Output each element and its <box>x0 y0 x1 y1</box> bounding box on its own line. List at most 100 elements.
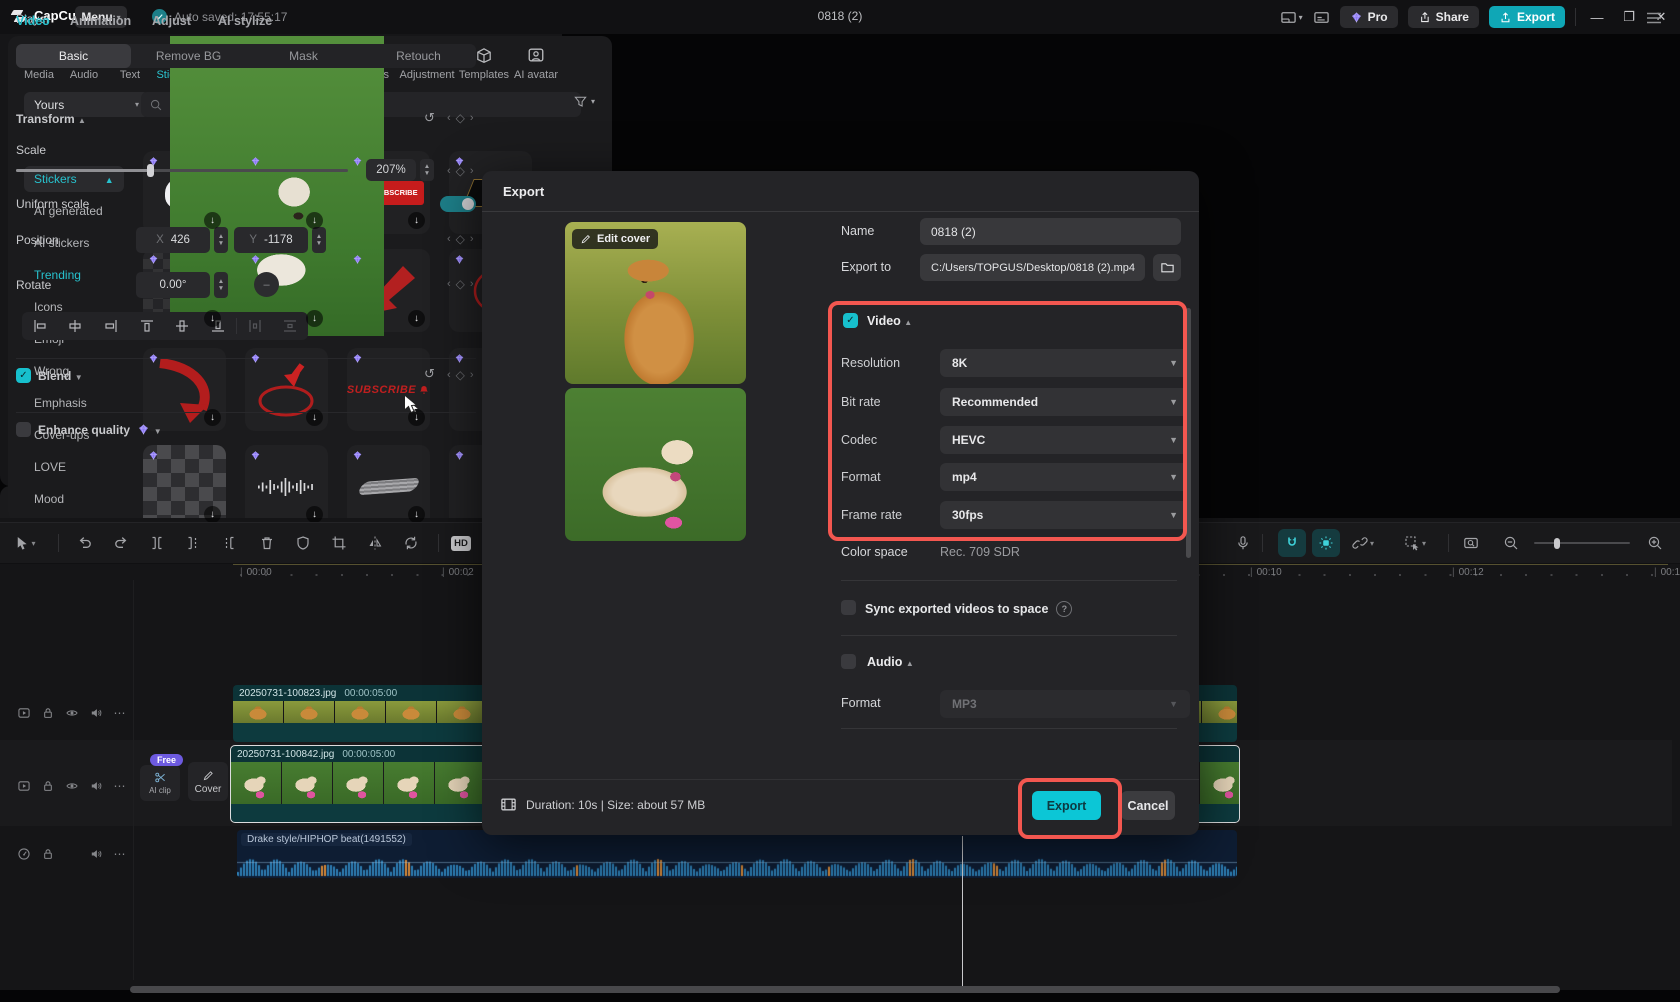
split-button[interactable] <box>142 529 172 557</box>
download-icon[interactable]: ↓ <box>408 212 425 229</box>
maximize-button[interactable]: ❐ <box>1618 9 1640 25</box>
layout-toggle-icon[interactable]: ▾ <box>1280 9 1303 26</box>
timeline-zoom-slider[interactable] <box>1534 536 1630 550</box>
audio-section-label[interactable]: Audio ▲ <box>867 655 914 669</box>
sidebar-item-love[interactable]: LOVE <box>34 460 66 474</box>
mute-icon[interactable] <box>88 705 104 721</box>
brush-stroke-sticker[interactable]: ↓ <box>347 445 430 522</box>
more-options-icon[interactable]: ⋯ <box>112 705 128 721</box>
divider <box>841 635 1177 636</box>
ruler-label: |00:00 <box>240 567 272 578</box>
help-icon[interactable]: ? <box>1056 601 1072 617</box>
download-icon[interactable]: ↓ <box>204 506 221 522</box>
crop-button[interactable] <box>324 529 354 557</box>
media-tab-ai-avatar[interactable]: AI avatar <box>508 44 564 81</box>
capcut-window: CapCut Menu ▾ Auto saved: 17:55:17 0818 … <box>0 0 1680 1002</box>
magnetic-snap-button[interactable] <box>1278 529 1306 557</box>
checkerboard-placeholder-2-sticker[interactable]: ↓ <box>143 445 226 522</box>
mirror-button[interactable] <box>360 529 390 557</box>
sync-checkbox[interactable] <box>841 600 856 615</box>
more-options-icon[interactable]: ⋯ <box>112 778 128 794</box>
video-section-label[interactable]: Video ▲ <box>867 314 912 328</box>
video-track-icon[interactable] <box>16 705 32 721</box>
edit-cover-button[interactable]: Edit cover <box>572 229 658 249</box>
download-icon[interactable]: ↓ <box>408 310 425 327</box>
browse-folder-button[interactable] <box>1153 254 1181 281</box>
ai-clip-button[interactable]: AI clip <box>140 765 180 801</box>
pro-gem-icon <box>250 156 261 167</box>
zoom-in-button[interactable] <box>1640 529 1670 557</box>
cancel-button[interactable]: Cancel <box>1121 791 1175 820</box>
export-path-input[interactable]: C:/Users/TOPGUS/Desktop/0818 (2).mp4 <box>920 254 1145 281</box>
sidebar-item-emphasis[interactable]: Emphasis <box>34 396 87 410</box>
visibility-icon[interactable] <box>64 705 80 721</box>
record-voiceover-button[interactable] <box>1228 529 1258 557</box>
more-options-icon[interactable]: ⋯ <box>112 846 128 862</box>
horizontal-scrollbar[interactable] <box>130 986 1560 993</box>
lock-icon[interactable] <box>40 705 56 721</box>
name-input[interactable]: 0818 (2) <box>920 218 1181 245</box>
download-icon[interactable]: ↓ <box>204 310 221 327</box>
select-tool-button[interactable]: ▾ <box>10 529 40 557</box>
mute-icon[interactable] <box>88 846 104 862</box>
lock-icon[interactable] <box>40 778 56 794</box>
preview-frame-button[interactable] <box>1456 529 1486 557</box>
mask-button[interactable] <box>288 529 318 557</box>
funnel-icon <box>573 94 588 109</box>
subscribe-distressed-sticker[interactable]: SUBSCRIBE↓ <box>347 348 430 431</box>
search-icon <box>149 98 163 112</box>
filter-button[interactable]: ▾ <box>573 94 595 109</box>
video-track-icon[interactable] <box>16 778 32 794</box>
panel-notes-icon[interactable] <box>1313 9 1330 26</box>
auto-snap-button[interactable] <box>1312 529 1340 557</box>
download-icon[interactable]: ↓ <box>204 409 221 426</box>
clip-name: 20250731-100823.jpg <box>239 688 336 699</box>
zoom-out-button[interactable] <box>1496 529 1526 557</box>
waveform-sticker[interactable]: ↓ <box>245 445 328 522</box>
export-confirm-button[interactable]: Export <box>1032 791 1101 820</box>
red-curved-arrow-sticker[interactable]: ↓ <box>143 348 226 431</box>
frame-rate-dropdown[interactable]: 30fps▼ <box>940 501 1190 529</box>
audio-checkbox[interactable] <box>841 654 856 669</box>
audio-track-icon[interactable] <box>16 846 32 862</box>
format-label: Format <box>841 470 881 484</box>
hd-quality-button[interactable]: HD <box>446 529 476 557</box>
scissors-icon <box>154 771 167 784</box>
format-dropdown[interactable]: mp4▼ <box>940 463 1190 491</box>
multi-select-button[interactable]: ▾ <box>1400 529 1430 557</box>
download-icon[interactable]: ↓ <box>306 212 323 229</box>
d0ialog-scrollbar[interactable] <box>1186 308 1191 558</box>
cover-button[interactable]: Cover <box>188 762 228 801</box>
mute-icon[interactable] <box>88 778 104 794</box>
download-icon[interactable]: ↓ <box>408 506 425 522</box>
lock-icon[interactable] <box>40 846 56 862</box>
share-button[interactable]: Share <box>1408 6 1479 28</box>
name-label: Name <box>841 224 874 238</box>
resolution-dropdown[interactable]: 8K▼ <box>940 349 1190 377</box>
codec-dropdown[interactable]: HEVC▼ <box>940 426 1190 454</box>
playhead[interactable] <box>962 836 963 988</box>
sidebar-item-stickers[interactable]: Stickers▲ <box>34 172 114 186</box>
download-icon[interactable]: ↓ <box>306 409 323 426</box>
sidebar-item-mood[interactable]: Mood <box>34 492 64 506</box>
bit-rate-dropdown[interactable]: Recommended▼ <box>940 388 1190 416</box>
minimize-button[interactable]: — <box>1586 10 1608 25</box>
visibility-icon[interactable] <box>64 778 80 794</box>
export-top-button[interactable]: Export <box>1489 6 1565 28</box>
pro-button[interactable]: Pro <box>1340 6 1398 28</box>
reset-transform-button[interactable] <box>396 529 426 557</box>
download-icon[interactable]: ↓ <box>306 506 323 522</box>
link-clips-button[interactable]: ▾ <box>1348 529 1378 557</box>
audio-clip[interactable]: Drake style/HIPHOP beat(1491552) <box>237 830 1237 878</box>
download-icon[interactable]: ↓ <box>306 310 323 327</box>
delete-right-button[interactable] <box>214 529 244 557</box>
resolution-label: Resolution <box>841 356 900 370</box>
red-ellipse-arrow-sticker[interactable]: ↓ <box>245 348 328 431</box>
undo-button[interactable] <box>70 529 100 557</box>
delete-left-button[interactable] <box>178 529 208 557</box>
video-checkbox[interactable]: ✓ <box>843 313 858 328</box>
media-tab-label: AI avatar <box>508 69 564 81</box>
download-icon[interactable]: ↓ <box>204 212 221 229</box>
delete-button[interactable] <box>252 529 282 557</box>
redo-button[interactable] <box>106 529 136 557</box>
